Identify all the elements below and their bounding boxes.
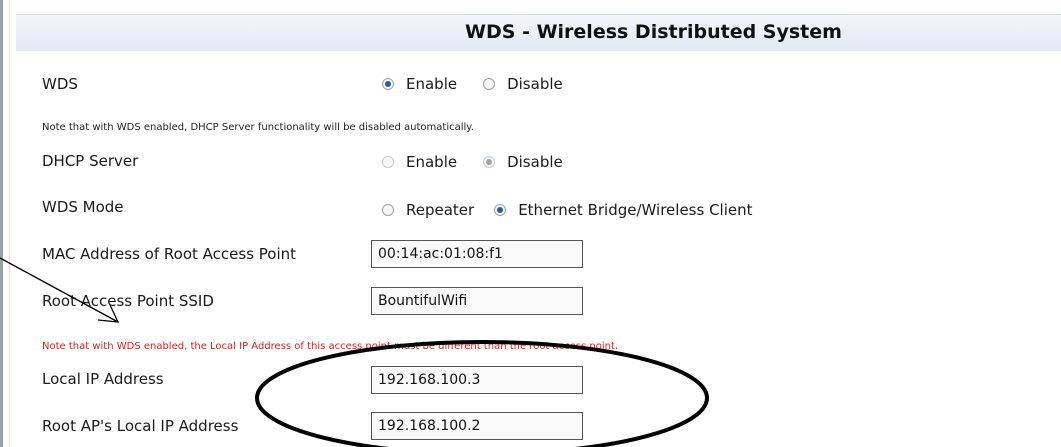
annotation-arrow — [0, 257, 120, 323]
annotation-overlay — [0, 257, 709, 447]
annotation-circle — [255, 340, 709, 447]
